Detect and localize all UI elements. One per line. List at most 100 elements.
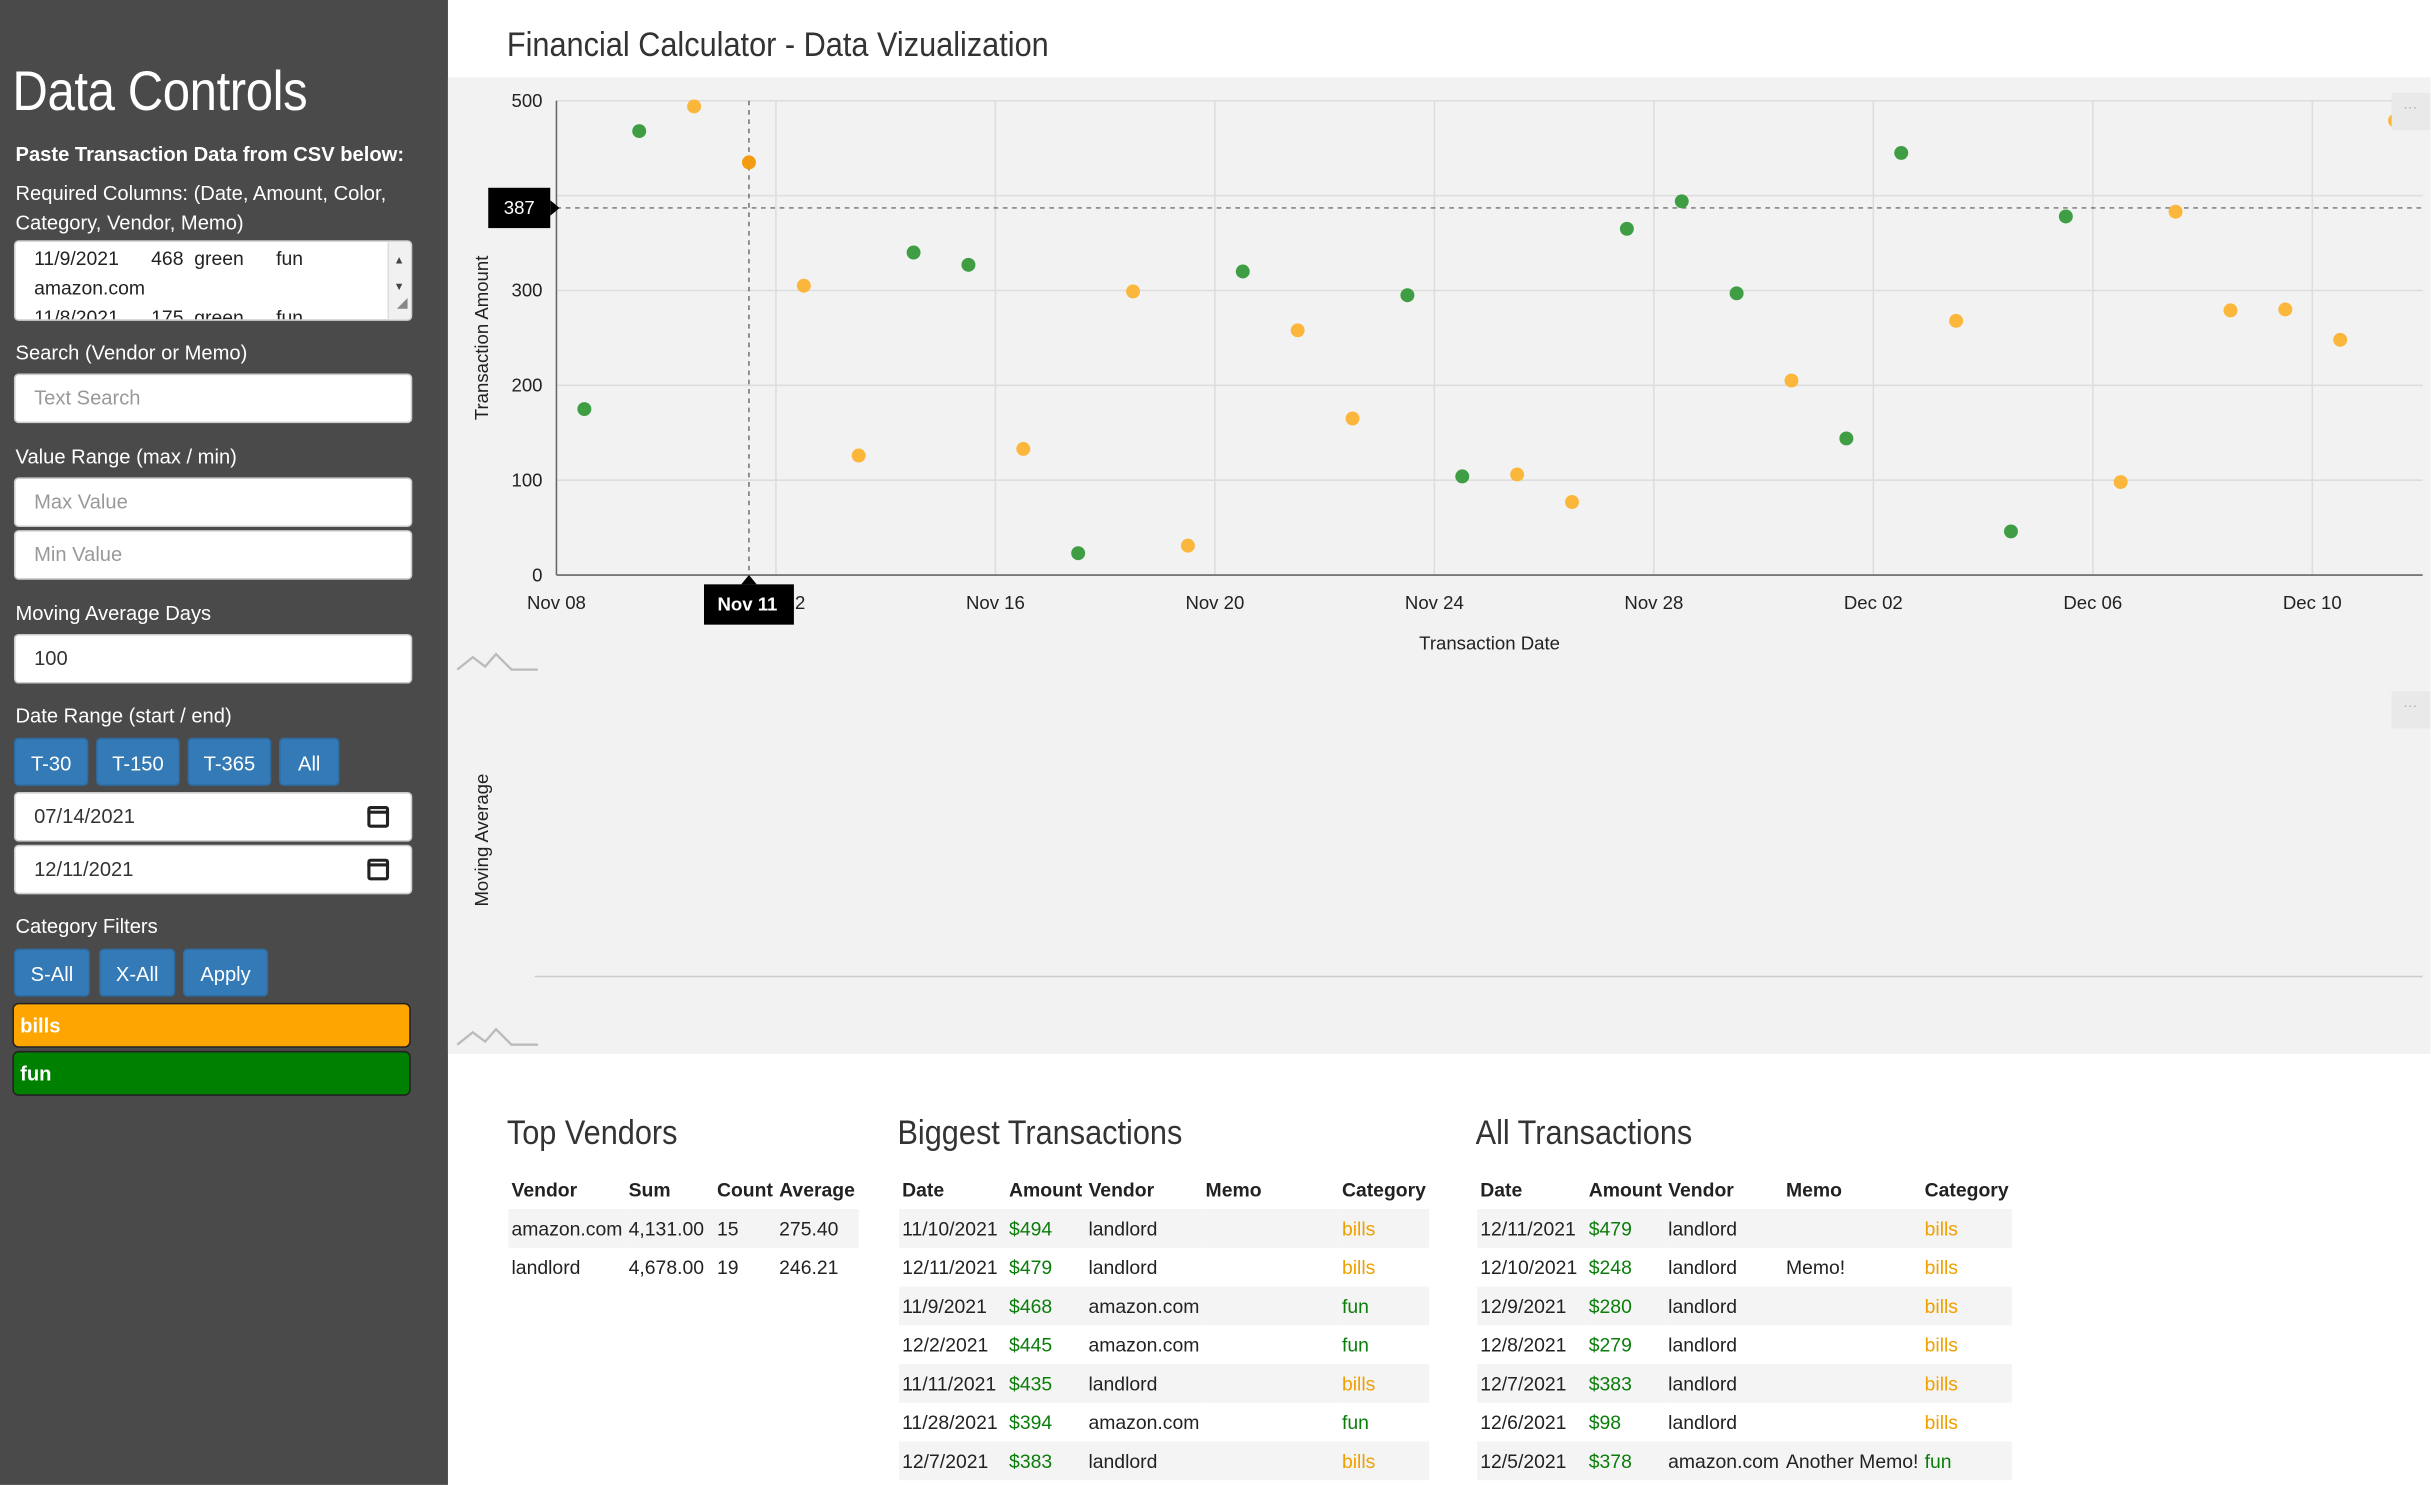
data-point [1400, 288, 1415, 303]
table-cell [1782, 1209, 1922, 1248]
column-header[interactable]: Vendor [1085, 1170, 1202, 1209]
table-cell: 12/6/2021 [1480, 1411, 1567, 1433]
column-header[interactable]: Vendor [1665, 1170, 1783, 1209]
table-row: 12/11/2021 $479 landlord bills [899, 1248, 1429, 1287]
scatter-axes [555, 100, 2423, 576]
table-cell: $494 [1005, 1209, 1086, 1248]
column-header[interactable]: Amount [1006, 1170, 1085, 1209]
x-axis-title: Transaction Date [1419, 632, 1560, 653]
table-cell [1202, 1209, 1339, 1248]
table-cell [1202, 1286, 1339, 1326]
table-row: 12/7/2021 $383 landlord bills [1477, 1364, 2012, 1403]
table-cell: bills [1341, 1256, 1376, 1278]
table-cell: Memo! [1785, 1256, 1846, 1278]
data-point [851, 448, 866, 463]
table-cell: landlord [1665, 1209, 1783, 1248]
table-cell [1202, 1441, 1339, 1481]
data-point [2058, 209, 2073, 224]
table-cell: 12/11/2021 [902, 1256, 998, 1278]
data-point [1510, 467, 1525, 482]
data-point [1894, 145, 1909, 160]
table-cell: 4,678.00 [628, 1256, 705, 1278]
table-cell: $248 [1588, 1256, 1632, 1278]
table-cell: landlord [1668, 1411, 1738, 1433]
data-point [1016, 441, 1031, 456]
table-row: 12/11/2021 $479 landlord bills [1477, 1209, 2012, 1248]
table-cell: $383 [1585, 1364, 1666, 1403]
y-ticks: 0100200300400500 [512, 90, 543, 585]
more-icon[interactable]: ··· [2403, 697, 2417, 713]
table-cell: 15 [713, 1209, 777, 1248]
table-cell: amazon.com [508, 1209, 626, 1248]
table-cell [1202, 1248, 1338, 1287]
table-cell [1202, 1403, 1338, 1442]
table-cell: amazon.com [1085, 1286, 1203, 1326]
table-cell: 275.40 [776, 1209, 858, 1248]
data-point [1345, 411, 1360, 426]
data-point [1949, 313, 1964, 328]
data-point [1839, 431, 1854, 446]
data-point [741, 155, 756, 170]
table-cell: $279 [1588, 1333, 1632, 1356]
table-cell: $468 [1005, 1286, 1086, 1326]
column-header[interactable]: Average [776, 1170, 858, 1209]
data-point [2003, 524, 2018, 539]
table-cell: amazon.com [1088, 1411, 1200, 1433]
y-axis-title: Transaction Amount [471, 255, 492, 420]
column-header[interactable]: Category [1922, 1170, 2012, 1209]
table-row: 12/9/2021 $280 landlord bills [1477, 1286, 2012, 1326]
table-cell: fun [1341, 1411, 1369, 1433]
table-row: 12/6/2021 $98 landlord bills [1477, 1403, 2012, 1442]
data-point [577, 402, 592, 417]
table-cell: landlord [1668, 1256, 1738, 1278]
data-point [961, 257, 976, 272]
x-tick-label: Dec 10 [2283, 592, 2342, 613]
all-transactions-title: All Transactions [1475, 1112, 1693, 1152]
table-cell: 246.21 [779, 1256, 839, 1278]
data-point [1180, 538, 1195, 553]
data-point [687, 99, 702, 114]
column-header[interactable]: Count [714, 1170, 776, 1209]
column-header[interactable]: Date [899, 1170, 1006, 1209]
more-icon[interactable]: ··· [2403, 99, 2417, 115]
data-point [906, 245, 921, 260]
x-tick-label: Nov 08 [527, 592, 586, 613]
column-header[interactable]: Vendor [508, 1170, 625, 1209]
table-cell: 12/2/2021 [902, 1333, 989, 1356]
y-tick-label: 100 [512, 469, 543, 490]
x-tick-label: Dec 06 [2063, 592, 2122, 613]
charts: 0100200300400500 Nov 08Nov 12Nov 16Nov 2… [456, 90, 2431, 1046]
table-cell: 12/9/2021 [1477, 1286, 1586, 1326]
table-cell [1202, 1325, 1338, 1364]
range-selector-icon[interactable] [456, 1027, 538, 1046]
column-header[interactable]: Memo [1783, 1170, 1922, 1209]
column-header[interactable]: Category [1339, 1170, 1429, 1209]
column-header[interactable]: Date [1477, 1170, 1586, 1209]
table-row: 12/2/2021 $445 amazon.com fun [899, 1325, 1429, 1364]
table-cell: bills [1924, 1411, 1959, 1433]
data-point [2168, 204, 2183, 219]
table-cell: $378 [1585, 1441, 1666, 1481]
table-cell: $435 [1005, 1364, 1086, 1403]
column-header[interactable]: Memo [1202, 1170, 1338, 1209]
tooltips: 387 Nov 11 [488, 187, 794, 625]
column-header[interactable]: Amount [1586, 1170, 1665, 1209]
table-cell: bills [1338, 1364, 1430, 1403]
table-cell: 11/10/2021 [899, 1209, 1006, 1248]
table-cell: 12/7/2021 [899, 1441, 1006, 1481]
column-header[interactable]: Sum [626, 1170, 714, 1209]
x-tick-label: Nov 20 [1185, 592, 1244, 613]
table-cell: amazon.com [1088, 1333, 1200, 1356]
table-cell: 11/11/2021 [899, 1364, 1006, 1403]
table-cell: bills [1924, 1333, 1959, 1356]
table-cell: $383 [1005, 1441, 1086, 1481]
top-vendors-table: Vendor Sum Count Average amazon.com 4,131.00… [508, 1170, 858, 1286]
range-selector-icon[interactable] [456, 652, 538, 671]
x-tick-label: Nov 24 [1405, 592, 1464, 613]
table-cell: 4,131.00 [625, 1209, 714, 1248]
y-tick-label: 500 [512, 90, 543, 111]
table-cell: $479 [1009, 1256, 1053, 1278]
table-cell: bills [1924, 1256, 1959, 1278]
table-cell: landlord [1088, 1256, 1158, 1278]
data-point [1455, 469, 1470, 484]
